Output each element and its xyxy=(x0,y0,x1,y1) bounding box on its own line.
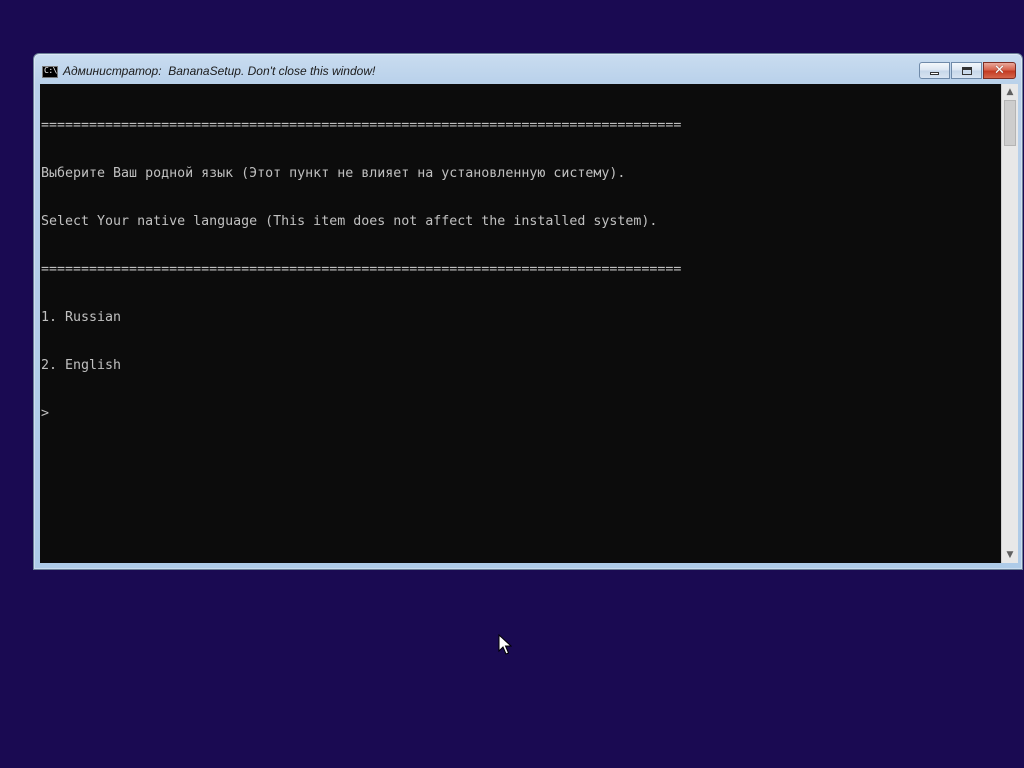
separator-line: ========================================… xyxy=(41,118,682,133)
desktop: C:\ Администратор: BananaSetup. Don't cl… xyxy=(0,0,1024,768)
scroll-up-icon[interactable]: ▲ xyxy=(1002,84,1018,100)
input-prompt[interactable]: > xyxy=(41,406,681,422)
option-russian: 1. Russian xyxy=(41,310,122,325)
prompt-english: Select Your native language (This item d… xyxy=(41,214,658,229)
maximize-button[interactable] xyxy=(951,62,982,79)
separator-line: ========================================… xyxy=(41,262,682,277)
console-output[interactable]: ========================================… xyxy=(40,84,1001,563)
maximize-icon xyxy=(961,66,972,75)
console-text: ========================================… xyxy=(41,86,681,454)
vertical-scrollbar[interactable]: ▲ ▼ xyxy=(1001,84,1018,563)
mouse-pointer-icon xyxy=(498,634,512,655)
option-english: 2. English xyxy=(41,358,122,373)
window-title: Администратор: BananaSetup. Don't close … xyxy=(63,64,376,78)
scroll-down-icon[interactable]: ▼ xyxy=(1002,547,1018,563)
scrollbar-thumb[interactable] xyxy=(1004,100,1016,146)
minimize-icon xyxy=(930,71,939,75)
title-bar[interactable]: C:\ Администратор: BananaSetup. Don't cl… xyxy=(34,54,1022,84)
close-icon: ✕ xyxy=(994,63,1005,78)
caption-buttons: ✕ xyxy=(918,62,1016,81)
prompt-russian: Выберите Ваш родной язык (Этот пункт не … xyxy=(41,166,626,181)
console-app-icon[interactable]: C:\ xyxy=(42,66,58,78)
console-window[interactable]: C:\ Администратор: BananaSetup. Don't cl… xyxy=(33,53,1023,570)
minimize-button[interactable] xyxy=(919,62,950,79)
close-button[interactable]: ✕ xyxy=(983,62,1016,79)
